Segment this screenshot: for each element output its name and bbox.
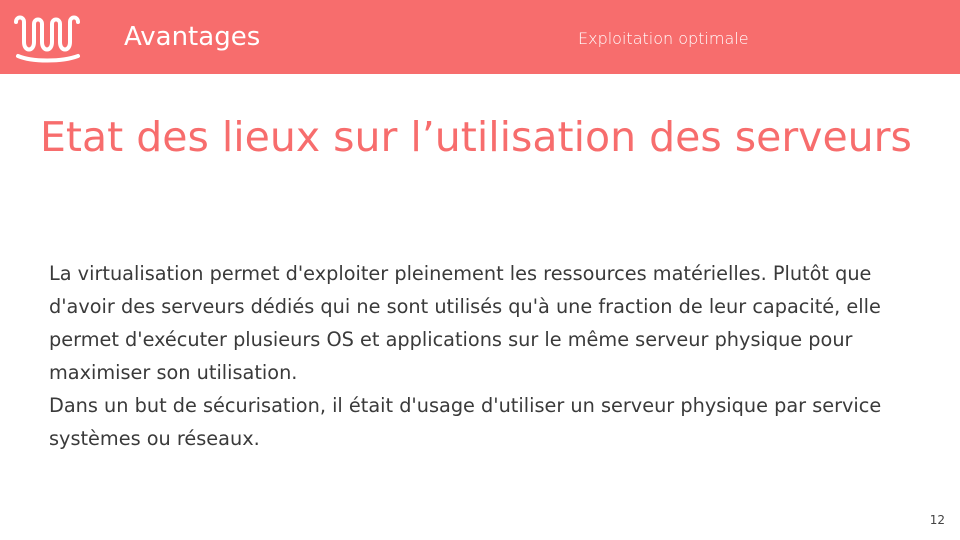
page-number: 12 <box>929 513 945 527</box>
slide-header: Avantages Exploitation optimale <box>0 0 960 74</box>
section-title: Avantages <box>124 22 261 52</box>
wave-logo-icon <box>14 15 80 63</box>
body-paragraph: Dans un but de sécurisation, il était d'… <box>49 394 882 450</box>
slide-body: La virtualisation permet d'exploiter ple… <box>49 257 939 455</box>
body-paragraph: La virtualisation permet d'exploiter ple… <box>49 262 881 384</box>
slide-title: Etat des lieux sur l’utilisation des ser… <box>40 113 912 161</box>
section-subtitle: Exploitation optimale <box>578 29 749 48</box>
